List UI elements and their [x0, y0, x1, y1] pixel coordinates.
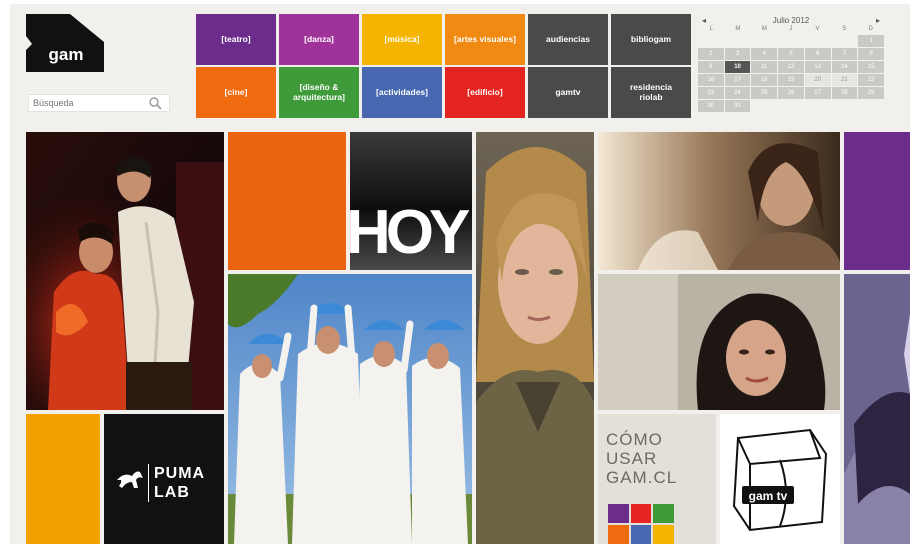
puma-lab-tile[interactable]: PUMA LAB: [104, 414, 224, 544]
menu-item-7[interactable]: [diseño & arquitectura]: [279, 67, 359, 118]
calendar-blank: [805, 35, 831, 47]
calendar-day[interactable]: 15: [858, 61, 884, 73]
calendar-day[interactable]: 26: [778, 87, 804, 99]
calendar-day[interactable]: 28: [831, 87, 858, 99]
category-menu: [teatro] [danza] [música] [artes visuales] a…: [196, 14, 691, 118]
calendar-weekday: M: [735, 26, 741, 32]
calendar-grid: 1 2 3 4 5 6 7 8 9 10 11 12 13 14 15 16 17 18 19 20 21 22 23 24 2…: [698, 35, 884, 112]
calendar-day[interactable]: 1: [858, 35, 884, 47]
calendar-day[interactable]: 22: [858, 74, 884, 86]
menu-item-1[interactable]: [danza]: [279, 14, 359, 65]
calendar-blank: [698, 35, 724, 47]
menu-item-2[interactable]: [música]: [362, 14, 442, 65]
calendar-prev-icon[interactable]: ◂: [702, 16, 706, 25]
calendar-weekday: L: [709, 26, 713, 32]
orange-block[interactable]: [228, 132, 346, 270]
calendar-day[interactable]: 13: [804, 61, 831, 73]
calendar-day[interactable]: 5: [778, 48, 804, 60]
calendar-day[interactable]: 10: [724, 61, 751, 73]
calendar-day[interactable]: 11: [751, 61, 778, 73]
page: gam [teatro][danza][música][artes visual…: [10, 4, 910, 544]
calendar-blank: [778, 35, 804, 47]
calendar-weekday: S: [842, 26, 847, 32]
search-box: [28, 94, 170, 112]
calendar-day[interactable]: 2: [698, 48, 724, 60]
como-usar-label: CÓMO USAR GAM.CL: [606, 430, 678, 487]
calendar-day[interactable]: 9: [698, 61, 724, 73]
calendar-day[interactable]: 3: [724, 48, 751, 60]
calendar-weekday: J: [789, 26, 793, 32]
yellow-block[interactable]: [26, 414, 100, 544]
menu-item-5[interactable]: bibliogam: [611, 14, 691, 65]
calendar-weekday: M: [761, 26, 767, 32]
gamtv-text: gam tv: [749, 489, 788, 503]
search-icon[interactable]: [148, 96, 162, 110]
calendar-day[interactable]: 8: [858, 48, 884, 60]
calendar-day[interactable]: 31: [724, 100, 751, 112]
calendar-day[interactable]: 19: [778, 74, 804, 86]
calendar-weekday: V: [815, 26, 820, 32]
calendar-blank: [725, 35, 751, 47]
calendar-day[interactable]: 20: [804, 74, 831, 86]
calendar-next-icon[interactable]: ▸: [876, 16, 880, 25]
menu-item-8[interactable]: [actividades]: [362, 67, 442, 118]
search-input[interactable]: [33, 98, 148, 108]
calendar-day[interactable]: 4: [751, 48, 778, 60]
portrait-photo-curly[interactable]: [598, 274, 840, 410]
logo-text: gam: [49, 45, 84, 64]
partial-photo-right[interactable]: [844, 274, 910, 544]
calendar-day[interactable]: 23: [698, 87, 724, 99]
calendar-day[interactable]: 30: [698, 100, 724, 112]
menu-item-3[interactable]: [artes visuales]: [445, 14, 525, 65]
calendar-blank: [832, 35, 858, 47]
como-usar-tile[interactable]: CÓMO USAR GAM.CL: [598, 414, 716, 544]
calendar-day[interactable]: 24: [724, 87, 751, 99]
calendar-day[interactable]: 27: [804, 87, 831, 99]
gamtv-logo: gam tv: [732, 428, 828, 532]
calendar-blank: [751, 35, 777, 47]
menu-item-11[interactable]: residencia riolab: [611, 67, 691, 118]
purple-block[interactable]: [844, 132, 910, 270]
calendar-day[interactable]: 14: [831, 61, 858, 73]
calendar-weekdays: LMMJVSD: [698, 26, 884, 35]
dancers-photo[interactable]: [228, 274, 472, 544]
menu-item-10[interactable]: gamtv: [528, 67, 608, 118]
gam-logo[interactable]: gam: [26, 14, 104, 72]
hoy-label: HOY: [350, 198, 470, 267]
calendar-day[interactable]: 29: [858, 87, 884, 99]
hoy-tile[interactable]: HOY: [350, 132, 472, 270]
calendar-month: Julio 2012: [772, 15, 810, 25]
calendar: ◂ Julio 2012 ▸ LMMJVSD 1 2 3 4 5 6 7 8 9 10 11 12 13…: [698, 14, 884, 116]
calendar-header: ◂ Julio 2012 ▸: [698, 14, 884, 26]
calendar-day[interactable]: 7: [831, 48, 858, 60]
menu-item-0[interactable]: [teatro]: [196, 14, 276, 65]
theatre-photo[interactable]: [26, 132, 224, 410]
calendar-day[interactable]: 6: [804, 48, 831, 60]
color-swatches: [608, 504, 674, 544]
gamtv-tile[interactable]: gam tv: [720, 414, 840, 544]
calendar-day[interactable]: 12: [778, 61, 804, 73]
calendar-day[interactable]: 18: [751, 74, 778, 86]
menu-item-9[interactable]: [edificio]: [445, 67, 525, 118]
menu-item-4[interactable]: audiencias: [528, 14, 608, 65]
calendar-day[interactable]: 25: [751, 87, 778, 99]
portrait-woman-photo[interactable]: [476, 132, 594, 544]
portrait-photo-top[interactable]: [598, 132, 840, 270]
calendar-weekday: D: [868, 26, 873, 32]
puma-lab-label: PUMA LAB: [154, 465, 206, 501]
calendar-day[interactable]: 21: [831, 74, 858, 86]
calendar-day[interactable]: 16: [698, 74, 724, 86]
menu-item-6[interactable]: [cine]: [196, 67, 276, 118]
puma-icon: [117, 471, 143, 488]
calendar-day[interactable]: 17: [724, 74, 751, 86]
